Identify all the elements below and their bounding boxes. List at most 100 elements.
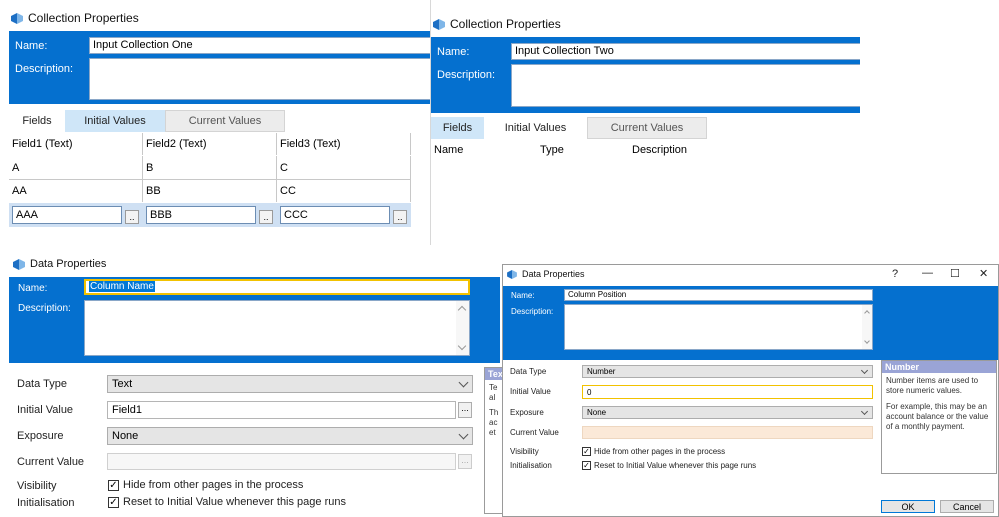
- cancel-button[interactable]: Cancel: [940, 500, 994, 513]
- dialog-title: Collection Properties: [28, 11, 139, 25]
- initialisation-label: Initialisation: [17, 497, 75, 509]
- visibility-checkbox-label: Hide from other pages in the process: [123, 479, 304, 491]
- visibility-checkbox[interactable]: ✓: [582, 447, 591, 456]
- maximize-button[interactable]: ☐: [950, 267, 960, 280]
- column-header[interactable]: Description: [629, 140, 789, 160]
- close-button[interactable]: ✕: [979, 267, 988, 280]
- description-label: Description:: [18, 303, 71, 314]
- grid-header: Field1 (Text) Field2 (Text) Field3 (Text…: [9, 133, 411, 155]
- column-header[interactable]: Field3 (Text): [277, 133, 411, 155]
- table-cell[interactable]: BB: [143, 180, 277, 202]
- tab-strip: Fields Initial Values Current Values: [431, 117, 707, 139]
- description-label: Description:: [437, 69, 496, 81]
- table-row[interactable]: AA BB CC: [9, 180, 411, 202]
- data-type-label: Data Type: [17, 378, 67, 390]
- tab-initial-values[interactable]: Initial Values: [484, 117, 587, 139]
- scroll-down-icon[interactable]: [457, 341, 467, 351]
- data-type-select[interactable]: Text: [107, 375, 473, 393]
- collection-two-title-row: Collection Properties: [433, 17, 561, 31]
- column-header[interactable]: Field2 (Text): [143, 133, 277, 155]
- data-item-icon: [433, 18, 445, 30]
- description-scrollbar[interactable]: [456, 301, 469, 355]
- tab-fields[interactable]: Fields: [431, 117, 484, 139]
- tab-current-values[interactable]: Current Values: [587, 117, 707, 139]
- tab-strip: Fields Initial Values Current Values: [9, 110, 285, 132]
- column-header[interactable]: Field1 (Text): [9, 133, 143, 155]
- initial-value-label: Initial Value: [17, 404, 74, 416]
- data-item-icon: [13, 258, 25, 270]
- help-panel: Number Number items are used to store nu…: [881, 360, 997, 474]
- chevron-down-icon: [860, 407, 869, 415]
- visibility-label: Visibility: [510, 447, 539, 456]
- exposure-label: Exposure: [510, 408, 544, 417]
- table-row[interactable]: A B C: [9, 156, 411, 179]
- exposure-select[interactable]: None: [582, 406, 873, 419]
- scroll-down-icon[interactable]: [864, 338, 870, 344]
- column-header[interactable]: Name: [431, 140, 537, 160]
- ok-button[interactable]: OK: [881, 500, 935, 513]
- name-input[interactable]: Input Collection One: [89, 37, 432, 54]
- data-properties-two: Data Properties ? — ☐ ✕ Name: Column Pos…: [502, 264, 999, 517]
- scroll-up-icon[interactable]: [864, 310, 870, 316]
- initialisation-checkbox-label: Reset to Initial Value whenever this pag…: [123, 496, 346, 508]
- name-label: Name:: [15, 40, 48, 52]
- grid-header: Name Type Description: [431, 140, 860, 160]
- table-cell[interactable]: A: [9, 156, 143, 179]
- visibility-checkbox[interactable]: ✓: [108, 480, 119, 491]
- current-value-input: [582, 426, 873, 439]
- cell-editor[interactable]: AAA: [12, 206, 122, 224]
- table-cell[interactable]: AA: [9, 180, 143, 202]
- table-cell[interactable]: CC: [277, 180, 411, 202]
- description-label: Description:: [511, 307, 554, 316]
- cell-ellipsis-button[interactable]: ..: [393, 210, 407, 224]
- help-button[interactable]: ?: [892, 268, 898, 280]
- tab-initial-values[interactable]: Initial Values: [65, 110, 165, 132]
- tab-current-values[interactable]: Current Values: [165, 110, 285, 132]
- data-item-icon: [507, 269, 517, 279]
- name-input[interactable]: Column Position: [564, 289, 873, 301]
- scroll-up-icon[interactable]: [457, 305, 467, 315]
- name-input[interactable]: Column Name: [84, 279, 470, 295]
- name-label: Name:: [437, 46, 470, 58]
- chevron-down-icon: [860, 366, 869, 374]
- initial-value-ellipsis-button[interactable]: ...: [458, 402, 472, 418]
- cell-editor[interactable]: BBB: [146, 206, 256, 224]
- description-label: Description:: [15, 63, 74, 75]
- data-item-icon: [11, 12, 23, 24]
- column-header[interactable]: Type: [537, 140, 629, 160]
- initialisation-label: Initialisation: [510, 461, 552, 470]
- visibility-label: Visibility: [17, 480, 57, 492]
- exposure-label: Exposure: [17, 430, 64, 442]
- initial-value-input[interactable]: Field1: [107, 401, 456, 419]
- cell-editor[interactable]: CCC: [280, 206, 390, 224]
- data-one-title-row: Data Properties: [13, 258, 106, 270]
- current-value-label: Current Value: [17, 456, 85, 468]
- dialog-title: Data Properties: [30, 258, 107, 270]
- chevron-down-icon: [458, 429, 469, 440]
- initialisation-checkbox[interactable]: ✓: [582, 461, 591, 470]
- initialisation-checkbox-label: Reset to Initial Value whenever this pag…: [594, 461, 757, 470]
- table-cell[interactable]: C: [277, 156, 411, 179]
- description-input[interactable]: [511, 64, 860, 107]
- data-type-label: Data Type: [510, 367, 547, 376]
- description-input[interactable]: [564, 304, 873, 350]
- name-label: Name:: [18, 283, 48, 294]
- minimize-button[interactable]: —: [922, 267, 933, 279]
- dialog-title: Collection Properties: [450, 17, 561, 31]
- cell-ellipsis-button[interactable]: ..: [259, 210, 273, 224]
- table-cell[interactable]: B: [143, 156, 277, 179]
- initialisation-checkbox[interactable]: ✓: [108, 497, 119, 508]
- data-type-select[interactable]: Number: [582, 365, 873, 378]
- exposure-select[interactable]: None: [107, 427, 473, 445]
- help-text: Number items are used to store numeric v…: [886, 376, 989, 431]
- data-properties-one: Data Properties Name: Column Name Descri…: [0, 250, 500, 517]
- cell-ellipsis-button[interactable]: ..: [125, 210, 139, 224]
- description-scrollbar[interactable]: [862, 305, 872, 349]
- description-input[interactable]: [89, 58, 432, 100]
- initial-value-input[interactable]: 0: [582, 385, 873, 399]
- name-input[interactable]: Input Collection Two: [511, 43, 860, 60]
- initial-value-label: Initial Value: [510, 387, 551, 396]
- description-input[interactable]: [84, 300, 470, 356]
- tab-fields[interactable]: Fields: [9, 110, 65, 132]
- dialog-title: Data Properties: [522, 269, 585, 279]
